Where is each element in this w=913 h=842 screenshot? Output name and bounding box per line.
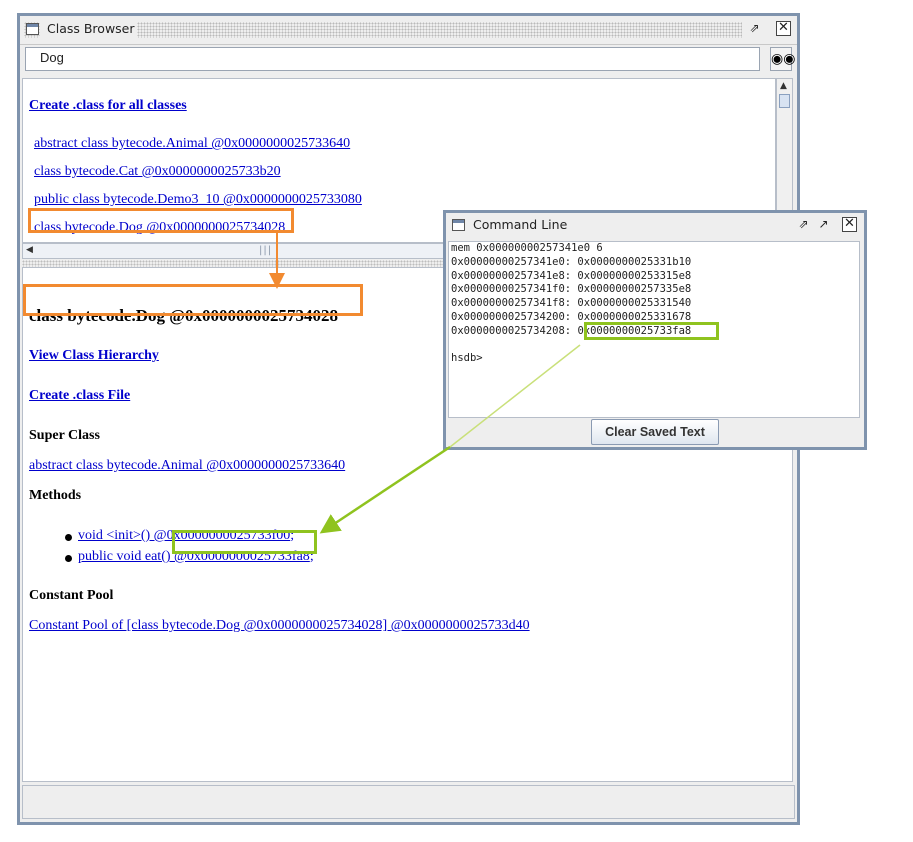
method-link[interactable]: void <init>() @0x0000000025733f00: [78, 528, 290, 543]
output-line: 0x0000000025734208: 0x0000000025733fa8: [451, 325, 857, 339]
binoculars-icon[interactable]: ◉◉: [770, 47, 795, 71]
method-item: public void eat() @0x0000000025733fa8;: [78, 549, 314, 565]
window-icon: [26, 23, 39, 35]
method-address: @0x0000000025733fa8: [174, 549, 310, 564]
scroll-left-icon[interactable]: ◀: [26, 245, 33, 255]
method-link[interactable]: public void eat() @0x0000000025733fa8: [78, 549, 310, 564]
class-list-item[interactable]: class bytecode.Cat @0x0000000025733b20: [34, 164, 281, 180]
search-input[interactable]: Dog: [25, 47, 760, 71]
class-list-item-selected[interactable]: class bytecode.Dog @0x0000000025734028: [34, 220, 285, 236]
output-line: 0x00000000257341e8: 0x00000000253315e8: [451, 269, 692, 282]
command-line-titlebar[interactable]: Command Line ⇗ ↗ ✕: [446, 213, 864, 240]
bullet-icon: [65, 555, 72, 562]
output-value: 0x0000000025733fa8: [577, 324, 692, 337]
status-bar: [22, 785, 795, 819]
restore-icon[interactable]: ⇗: [747, 21, 762, 36]
close-icon[interactable]: ✕: [776, 21, 791, 36]
output-line: 0x00000000257341f0: 0x00000000257335e8: [451, 283, 692, 296]
constant-pool-heading: Constant Pool: [29, 588, 114, 603]
class-list-item[interactable]: abstract class bytecode.Animal @0x000000…: [34, 136, 350, 152]
methods-heading: Methods: [29, 488, 82, 503]
window-title: Command Line: [470, 217, 571, 232]
create-class-file-link[interactable]: Create .class File: [29, 388, 130, 404]
blank-line: ​: [451, 339, 857, 353]
window-icon: [452, 219, 465, 231]
super-class-link[interactable]: abstract class bytecode.Animal @0x000000…: [29, 458, 345, 474]
window-title: Class Browser: [44, 21, 138, 36]
create-all-classes-link[interactable]: Create .class for all classes: [29, 98, 187, 114]
output-line: mem 0x00000000257341e0 6: [451, 242, 603, 254]
method-item: void <init>() @0x0000000025733f00;: [78, 528, 294, 544]
view-class-hierarchy-link[interactable]: View Class Hierarchy: [29, 348, 159, 364]
output-line: 0x00000000257341e0: 0x0000000025331b10: [451, 255, 692, 268]
class-title: class bytecode.Dog @0x0000000025734028: [29, 306, 339, 325]
scroll-thumb[interactable]: [779, 94, 790, 108]
super-class-heading: Super Class: [29, 428, 100, 443]
search-row: Dog ◉◉: [22, 47, 795, 77]
class-list-item[interactable]: public class bytecode.Demo3_10 @0x000000…: [34, 192, 362, 208]
method-suffix: ;: [309, 549, 314, 564]
class-browser-titlebar[interactable]: Class Browser ⇗ ✕: [20, 16, 797, 45]
scroll-up-icon[interactable]: ▲: [780, 81, 787, 91]
prompt: hsdb>: [451, 352, 483, 365]
clear-saved-text-button[interactable]: Clear Saved Text: [591, 419, 719, 445]
maximize-icon[interactable]: ↗: [816, 217, 831, 232]
bullet-icon: [65, 534, 72, 541]
command-line-body: Command Line ⇗ ↗ ✕ mem 0x00000000257341e…: [446, 213, 864, 447]
close-icon[interactable]: ✕: [842, 217, 857, 232]
restore-icon[interactable]: ⇗: [796, 217, 811, 232]
titlebar-grip: [137, 22, 742, 38]
constant-pool-link[interactable]: Constant Pool of [class bytecode.Dog @0x…: [29, 618, 530, 634]
output-line: 0x0000000025734200: 0x0000000025331678: [451, 310, 692, 323]
output-line: 0x00000000257341f8: 0x0000000025331540: [451, 297, 692, 310]
method-signature: public void eat(): [78, 549, 175, 564]
output-address: 0x0000000025734208:: [451, 324, 578, 337]
command-line-window: Command Line ⇗ ↗ ✕ mem 0x00000000257341e…: [443, 210, 867, 450]
command-output[interactable]: mem 0x00000000257341e0 6 0x00000000257341…: [448, 241, 860, 418]
method-suffix: ;: [290, 528, 295, 543]
scroll-thumb-grip[interactable]: |||: [259, 245, 272, 256]
